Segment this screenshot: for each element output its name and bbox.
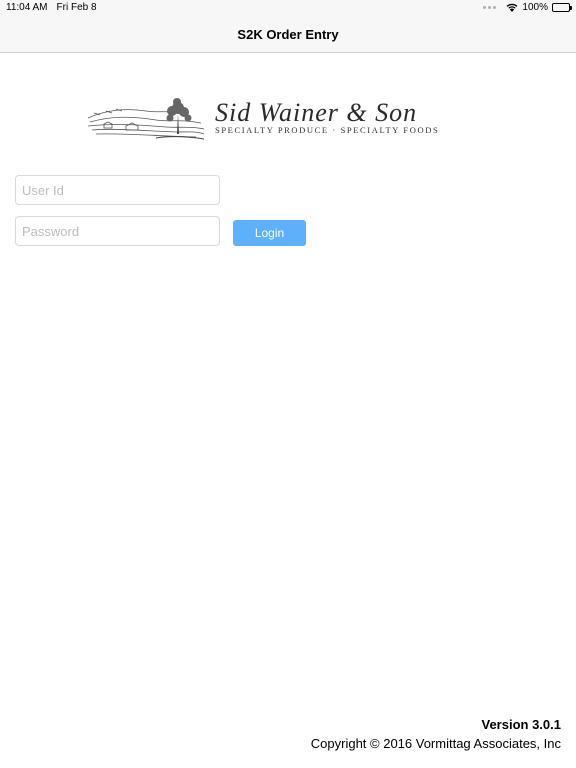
battery-icon bbox=[552, 3, 572, 12]
logo-company-name: Sid Wainer & Son bbox=[215, 98, 418, 127]
status-bar: 11:04 AM Fri Feb 8 100% bbox=[0, 0, 576, 16]
app-version: Version 3.0.1 bbox=[481, 717, 562, 732]
login-button[interactable]: Login bbox=[233, 220, 306, 246]
page-title: S2K Order Entry bbox=[237, 27, 339, 42]
farm-landscape-icon bbox=[87, 98, 205, 140]
wifi-icon bbox=[507, 3, 518, 12]
status-date: Fri Feb 8 bbox=[56, 2, 97, 13]
multitasking-dots-icon bbox=[483, 6, 497, 9]
user-id-input[interactable] bbox=[15, 175, 220, 205]
battery-percentage: 100% bbox=[522, 2, 548, 13]
password-input[interactable] bbox=[15, 216, 220, 246]
copyright-text: Copyright © 2016 Vormittag Associates, I… bbox=[310, 736, 561, 751]
status-time: 11:04 AM bbox=[6, 2, 48, 13]
navigation-bar: S2K Order Entry bbox=[0, 16, 576, 53]
logo-tagline: SPECIALTY PRODUCE · SPECIALTY FOODS bbox=[215, 125, 440, 135]
company-logo: Sid Wainer & Son SPECIALTY PRODUCE · SPE… bbox=[86, 96, 492, 142]
